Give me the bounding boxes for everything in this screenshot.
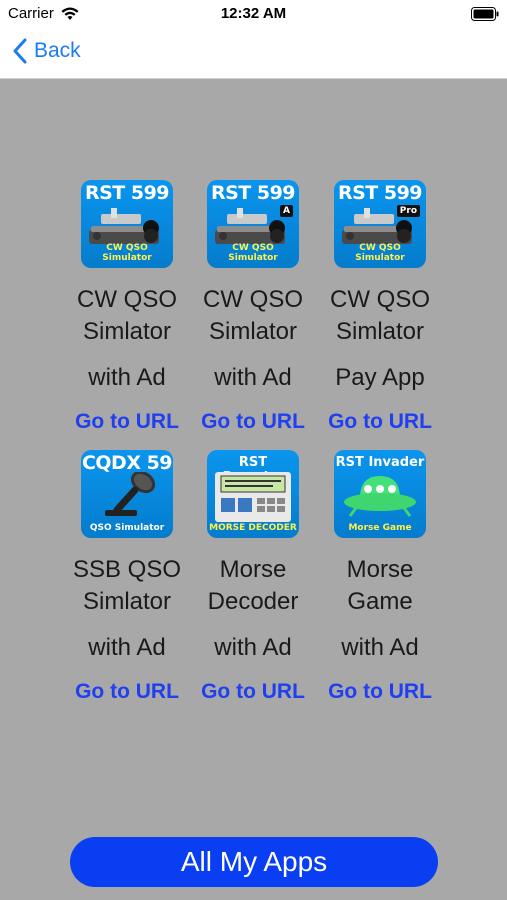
app-icon-morse-decoder[interactable]: RST Decoder MORSE DECODER [207,450,299,538]
icon-subtitle: CW QSO Simulator [228,243,278,263]
app-cell: RST Invader Morse Game Morse Game with A… [317,448,443,708]
icon-subtitle: QSO Simulator [89,523,165,533]
navigation-bar: Back [0,30,507,79]
go-to-url-link[interactable]: Go to URL [64,410,190,434]
app-icon-ssb-qso[interactable]: CQDX 59 QSO Simulator [81,450,173,538]
app-variant: Pay App [335,364,425,391]
app-cell: CQDX 59 QSO Simulator SSB QSO Simlator w… [64,448,190,708]
icon-title: RST Invader [335,455,425,470]
app-icon-cw-qso-pro[interactable]: RST 599 Pro CW QSO Simulator [334,180,426,268]
app-icon-morse-game[interactable]: RST Invader Morse Game [334,450,426,538]
app-cell: RST 599 A CW QSO Simulator CW QSO Simlat… [190,178,316,438]
icon-subtitle: CW QSO Simulator [102,243,152,263]
app-cell: RST 599 Pro CW QSO Simulator CW QSO Siml… [317,178,443,438]
go-to-url-link[interactable]: Go to URL [317,410,443,434]
app-variant: with Ad [214,634,292,661]
icon-title: RST 599 [84,182,170,204]
app-variant: with Ad [214,364,292,391]
app-name: CW QSO Simlator [203,286,303,345]
chevron-left-icon [13,38,27,64]
app-name: CW QSO Simlator [330,286,430,345]
status-bar: Carrier 12:32 AM [0,0,507,30]
decoder-device-icon [215,472,291,522]
icon-title: RST 599 [337,182,423,204]
app-icon-cw-qso-ad[interactable]: RST 599 CW QSO Simulator [81,180,173,268]
go-to-url-link[interactable]: Go to URL [317,680,443,704]
app-name: Morse Game [346,556,414,615]
all-my-apps-button[interactable]: All My Apps [70,837,438,887]
app-name: Morse Decoder [207,556,299,615]
go-to-url-link[interactable]: Go to URL [190,410,316,434]
app-cell: RST 599 CW QSO Simulator CW QSO Simlator… [64,178,190,438]
app-name: CW QSO Simlator [77,286,177,345]
app-icon-cw-qso-a[interactable]: RST 599 A CW QSO Simulator [207,180,299,268]
icon-subtitle: CW QSO Simulator [355,243,405,263]
icon-subtitle: MORSE DECODER [209,523,297,533]
icon-title: CQDX 59 [81,452,173,474]
back-button[interactable]: Back [12,38,81,64]
icon-title: RST 599 [210,182,296,204]
back-label: Back [34,39,81,62]
app-name: SSB QSO Simlator [72,556,182,615]
app-cell: RST Decoder MORSE DECODER Morse Decoder … [190,448,316,708]
status-time: 12:32 AM [220,5,287,22]
app-variant: with Ad [341,634,419,661]
icon-subtitle: Morse Game [348,523,412,533]
microphone-icon [105,472,156,516]
battery-icon [471,7,499,21]
ufo-icon [344,476,416,517]
go-to-url-link[interactable]: Go to URL [64,680,190,704]
app-variant: with Ad [88,634,166,661]
go-to-url-link[interactable]: Go to URL [190,680,316,704]
app-variant: with Ad [88,364,166,391]
